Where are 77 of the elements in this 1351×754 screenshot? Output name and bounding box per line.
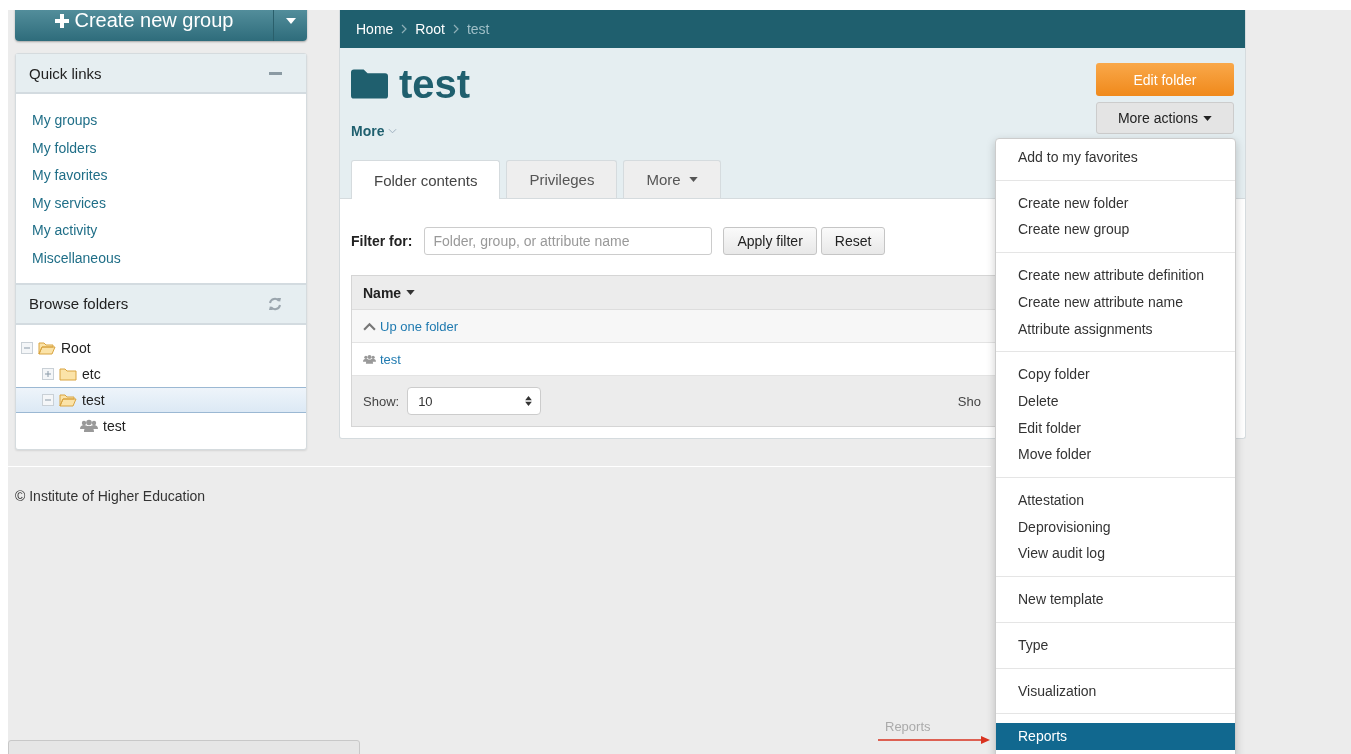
table-footer-text: Sho [957,393,981,409]
menu-item[interactable]: Type [996,631,1235,659]
tab[interactable]: More [623,160,721,198]
menu-item[interactable]: Add to my favorites [996,144,1235,171]
menu-item[interactable]: Delete [996,387,1235,415]
folder-icon [351,69,388,99]
menu-item[interactable]: New template [996,586,1235,613]
menu-item[interactable]: Attestation [996,487,1235,514]
menu-item[interactable]: Visualization [996,677,1235,705]
show-label: Show: [363,393,400,409]
menu-item[interactable]: Attribute assignments [996,315,1235,343]
row-link[interactable]: test [380,351,401,367]
tree-label[interactable]: etc [82,365,101,382]
folder-icon [59,366,77,381]
quick-link[interactable]: My groups [32,107,98,135]
browse-folders-title: Browse folders [29,295,129,313]
caret-icon [285,17,296,24]
tree-label[interactable]: test [103,417,126,434]
minimize-icon[interactable] [269,71,282,75]
copyright-text: © Institute of Higher Education [15,488,206,504]
tree-row[interactable]: etc [16,360,306,387]
menu-item[interactable]: Copy folder [996,361,1235,388]
quick-links-title: Quick links [29,64,102,82]
plus-icon [54,13,69,28]
menu-item[interactable]: Create new folder [996,189,1235,217]
menu-item[interactable]: View audit log [996,540,1235,568]
create-group-label: Create new group [74,10,234,32]
quick-link[interactable]: My services [32,189,106,218]
quick-link[interactable]: Miscellaneous [32,244,121,273]
quick-link[interactable]: My favorites [32,162,108,190]
folder-open-icon [59,392,77,407]
collapse-icon[interactable] [42,393,54,406]
group-icon [363,353,376,365]
tab[interactable]: Privileges [506,160,618,198]
filter-input[interactable]: Folder, group, or attribute name [424,227,713,255]
menu-item[interactable]: Deprovisioning [996,513,1235,541]
refresh-icon[interactable] [268,296,282,311]
quick-link[interactable]: My activity [32,217,98,245]
breadcrumb-link[interactable]: Home [356,21,394,37]
annotation-label: Reports [885,719,931,734]
page-size-select[interactable]: 10 [407,387,542,415]
tree-label[interactable]: Root [61,339,91,356]
menu-item[interactable]: Edit folder [996,414,1235,442]
chevron-down-icon [388,128,398,134]
sort-caret-icon [406,290,416,295]
more-actions-button[interactable]: More actions [1096,102,1234,134]
collapse-icon[interactable] [21,341,33,354]
group-icon [80,418,98,433]
quick-link[interactable]: My folders [32,134,97,163]
chevron-up-icon [363,320,376,332]
tree-row[interactable]: Root [16,334,306,361]
menu-item[interactable]: Reports [996,723,1235,750]
menu-item[interactable]: Create new attribute definition [996,262,1235,289]
tree-label[interactable]: test [82,391,105,408]
expand-icon[interactable] [42,367,54,380]
menu-item[interactable]: Create new group [996,216,1235,244]
menu-item[interactable]: Create new attribute name [996,288,1235,316]
filter-label: Filter for: [351,233,413,249]
create-group-button[interactable]: Create new group [15,10,307,41]
select-arrows-icon [525,396,533,406]
chevron-right-icon [401,24,408,34]
caret-icon [688,177,698,182]
tab[interactable]: Folder contents [351,160,501,199]
chevron-right-icon [452,24,459,34]
more-link[interactable]: More [351,123,398,139]
caret-icon [1203,115,1213,121]
menu-item[interactable]: Move folder [996,441,1235,469]
breadcrumb-link[interactable]: Root [415,21,445,37]
folder-open-icon [38,340,56,355]
tree-row[interactable]: test [16,412,306,439]
name-column-header[interactable]: Name [363,284,416,301]
filter-button[interactable]: Apply filter [723,227,817,255]
breadcrumb-current: test [466,21,490,37]
filter-button[interactable]: Reset [820,227,886,255]
folder-title: test [399,61,471,107]
row-link[interactable]: Up one folder [380,318,459,334]
tree-row[interactable]: test [16,386,306,413]
